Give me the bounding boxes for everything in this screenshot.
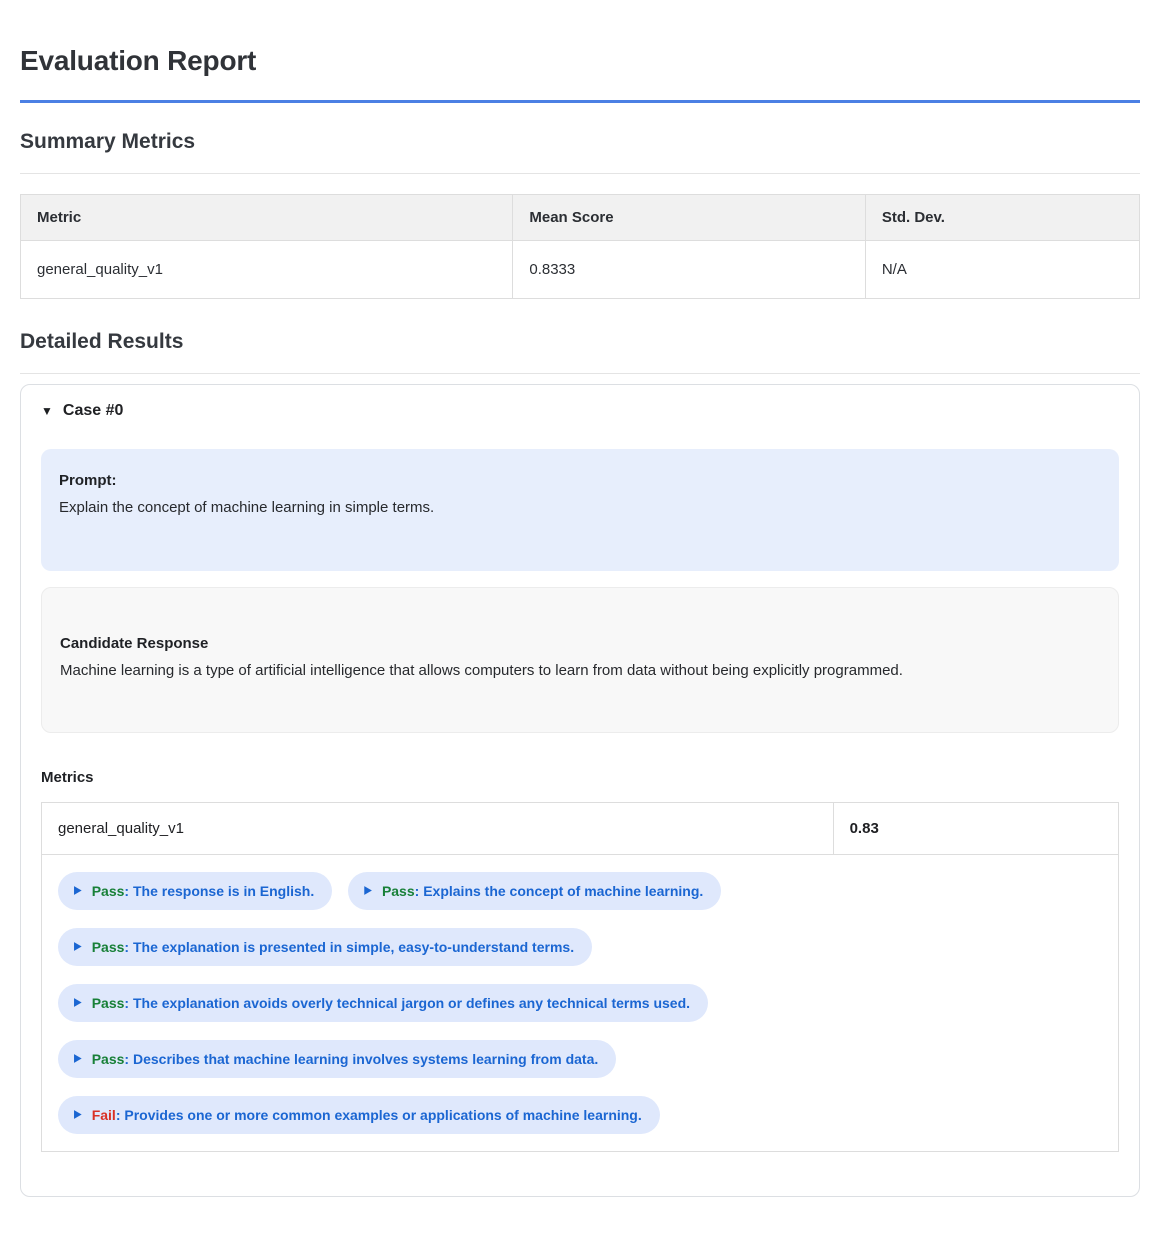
criterion-status: Pass (92, 939, 125, 955)
candidate-response-box: Candidate Response Machine learning is a… (41, 587, 1119, 733)
summary-table-row: general_quality_v1 0.8333 N/A (21, 241, 1140, 299)
summary-mean-score: 0.8333 (513, 241, 865, 299)
expand-arrow-icon: ▶ (364, 885, 372, 897)
case-summary-toggle[interactable]: ▼ Case #0 (41, 399, 1119, 423)
column-header-metric: Metric (21, 195, 513, 241)
case-metrics-table: general_quality_v1 0.83 ▶ PassThe respon… (41, 802, 1119, 1152)
column-header-std-dev: Std. Dev. (865, 195, 1139, 241)
criterion-pill[interactable]: ▶ PassDescribes that machine learning in… (58, 1040, 616, 1078)
criterion-pill[interactable]: ▶ PassExplains the concept of machine le… (348, 872, 721, 910)
criterion-status: Fail (92, 1107, 116, 1123)
criterion-text: Provides one or more common examples or … (116, 1107, 642, 1123)
expand-arrow-icon: ▶ (74, 885, 82, 897)
summary-table-header-row: Metric Mean Score Std. Dev. (21, 195, 1140, 241)
summary-section-divider (20, 173, 1140, 174)
expand-arrow-icon: ▶ (74, 1109, 82, 1121)
candidate-response-label: Candidate Response (60, 632, 1098, 655)
criterion-status: Pass (92, 1051, 125, 1067)
detailed-section-divider (20, 373, 1140, 374)
criterion-status: Pass (92, 995, 125, 1011)
criterion-text: The response is in English. (124, 883, 314, 899)
criterion-text: The explanation is presented in simple, … (124, 939, 574, 955)
detailed-results-heading: Detailed Results (20, 329, 1140, 354)
summary-std-dev: N/A (865, 241, 1139, 299)
expand-arrow-icon: ▶ (74, 1053, 82, 1065)
criterion-status: Pass (382, 883, 415, 899)
page-title: Evaluation Report (20, 44, 1140, 78)
criteria-cell: ▶ PassThe response is in English. ▶ Pass… (42, 855, 1119, 1152)
criterion-text: The explanation avoids overly technical … (124, 995, 690, 1011)
case-card: ▼ Case #0 Prompt: Explain the concept of… (20, 384, 1140, 1197)
expand-arrow-icon: ▶ (74, 941, 82, 953)
case-title: Case #0 (63, 399, 124, 423)
criterion-text: Describes that machine learning involves… (124, 1051, 598, 1067)
report-page: Evaluation Report Summary Metrics Metric… (0, 0, 1160, 1233)
case-metric-name: general_quality_v1 (42, 803, 834, 855)
case-metric-row: general_quality_v1 0.83 (42, 803, 1119, 855)
criterion-text: Explains the concept of machine learning… (415, 883, 704, 899)
prompt-text: Explain the concept of machine learning … (59, 496, 1099, 519)
criteria-list: ▶ PassThe response is in English. ▶ Pass… (58, 872, 1102, 1134)
column-header-mean-score: Mean Score (513, 195, 865, 241)
prompt-label: Prompt: (59, 469, 1099, 492)
criteria-row: ▶ PassThe response is in English. ▶ Pass… (42, 855, 1119, 1152)
case-metric-score: 0.83 (833, 803, 1118, 855)
metrics-label: Metrics (41, 769, 1119, 786)
caret-down-icon: ▼ (41, 405, 53, 417)
criterion-pill[interactable]: ▶ PassThe explanation avoids overly tech… (58, 984, 708, 1022)
criterion-pill[interactable]: ▶ PassThe explanation is presented in si… (58, 928, 592, 966)
criterion-status: Pass (92, 883, 125, 899)
case-details: ▼ Case #0 Prompt: Explain the concept of… (41, 399, 1119, 1152)
expand-arrow-icon: ▶ (74, 997, 82, 1009)
criterion-pill[interactable]: ▶ FailProvides one or more common exampl… (58, 1096, 660, 1134)
prompt-box: Prompt: Explain the concept of machine l… (41, 449, 1119, 571)
summary-metric-name: general_quality_v1 (21, 241, 513, 299)
summary-metrics-table: Metric Mean Score Std. Dev. general_qual… (20, 194, 1140, 299)
candidate-response-text: Machine learning is a type of artificial… (60, 659, 995, 682)
title-divider (20, 100, 1140, 103)
criterion-pill[interactable]: ▶ PassThe response is in English. (58, 872, 332, 910)
summary-metrics-heading: Summary Metrics (20, 129, 1140, 154)
